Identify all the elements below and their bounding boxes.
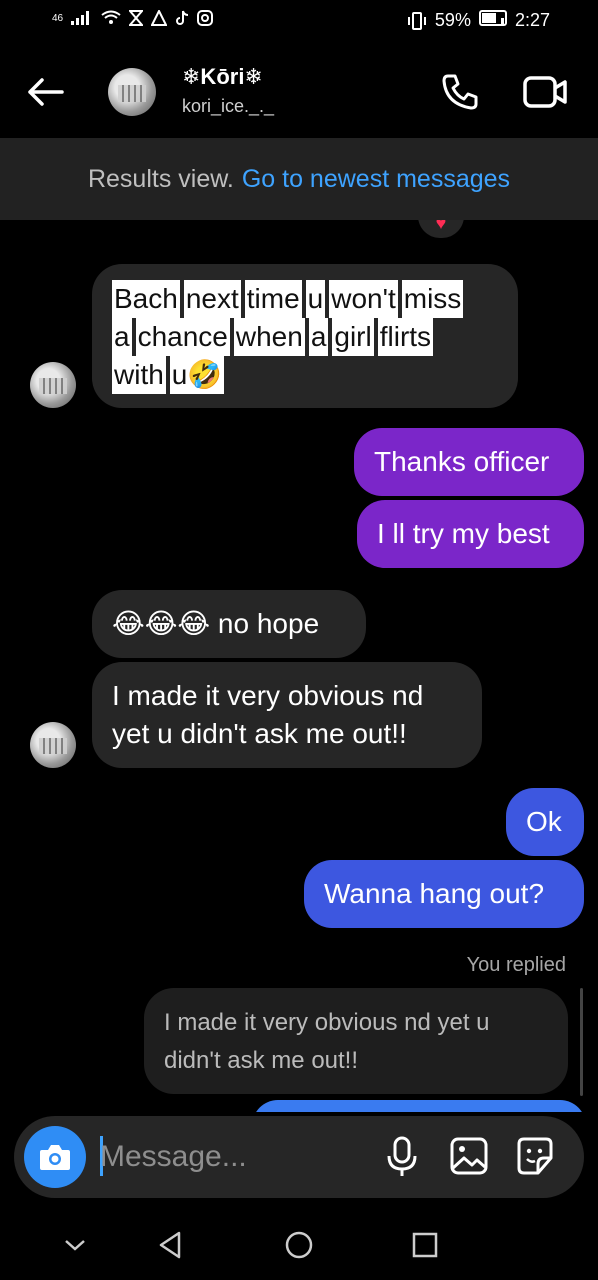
vibrate-icon: [407, 11, 426, 30]
highlighted-word: u🤣: [169, 356, 225, 394]
outgoing-message[interactable]: Thanks officer: [354, 428, 584, 496]
highlighted-word: next: [183, 280, 241, 318]
camera-icon: [40, 1145, 70, 1170]
message-line: a chance when a girl flirts: [112, 318, 498, 356]
outgoing-message[interactable]: I ll try my best: [357, 500, 584, 568]
battery-icon: [478, 10, 507, 31]
battery-percent: 59%: [434, 10, 471, 30]
arrow-left-icon: [28, 78, 64, 106]
contact-name[interactable]: ❄Kōri❄: [182, 64, 263, 90]
highlighted-word: u: [305, 280, 326, 318]
go-to-newest-link[interactable]: Go to newest messages: [242, 165, 510, 194]
signal-icon: 46: [52, 12, 64, 24]
triangle-back-icon: [159, 1231, 181, 1259]
results-view-banner: Results view. Go to newest messages: [0, 138, 598, 220]
gallery-button[interactable]: [450, 1136, 488, 1176]
highlighted-word: won't: [329, 280, 398, 318]
highlighted-word: Bach: [112, 280, 180, 318]
back-button[interactable]: [24, 70, 68, 114]
sender-avatar[interactable]: [30, 722, 76, 768]
incoming-message[interactable]: I made it very obvious nd yet u didn't a…: [92, 662, 482, 768]
camera-button[interactable]: [24, 1126, 86, 1188]
circle-home-icon: [285, 1231, 313, 1259]
contact-username[interactable]: kori_ice._._: [182, 96, 274, 117]
video-call-button[interactable]: [522, 72, 568, 112]
highlighted-word: with: [112, 356, 166, 394]
warning-icon: [151, 10, 168, 26]
wifi-icon: [101, 10, 121, 24]
hide-keyboard-button[interactable]: [58, 1228, 92, 1262]
incoming-message[interactable]: Bach next time u won't miss a chance whe…: [92, 264, 518, 408]
status-icons-right: 59% 2:27: [407, 10, 550, 31]
message-input[interactable]: [100, 1136, 370, 1178]
contact-avatar[interactable]: [108, 68, 156, 116]
highlighted-word: when: [233, 318, 305, 356]
tiktok-icon: [176, 10, 189, 25]
outgoing-message[interactable]: Wanna hang out?: [304, 860, 584, 928]
hourglass-icon: [129, 10, 144, 26]
microphone-icon: [387, 1136, 417, 1176]
scrollbar[interactable]: [580, 988, 583, 1096]
status-bar: 46 59% 2:27: [0, 0, 598, 44]
highlighted-word: girl: [332, 318, 374, 356]
phone-icon: [442, 74, 478, 110]
voice-message-button[interactable]: [384, 1136, 420, 1178]
clock: 2:27: [514, 10, 550, 30]
message-composer: [14, 1116, 584, 1198]
square-recents-icon: [412, 1232, 438, 1258]
highlighted-word: time: [244, 280, 302, 318]
incoming-message[interactable]: 😂😂😂 no hope: [92, 590, 366, 658]
message-thread[interactable]: ♥ Bach next time u won't miss a chance w…: [0, 220, 598, 1112]
highlighted-word: a: [308, 318, 329, 356]
instagram-icon: [197, 10, 214, 26]
sticker-icon: [517, 1137, 553, 1175]
image-icon: [450, 1137, 488, 1175]
you-replied-label: You replied: [466, 954, 566, 976]
results-view-label: Results view.: [87, 164, 234, 193]
quoted-reply[interactable]: I made it very obvious nd yet u didn't a…: [144, 988, 568, 1094]
nav-back-button[interactable]: [154, 1228, 188, 1262]
nav-recents-button[interactable]: [408, 1228, 442, 1262]
outgoing-message[interactable]: [252, 1100, 586, 1112]
video-camera-icon: [523, 76, 567, 108]
chevron-down-icon: [65, 1240, 85, 1251]
signal-bars-icon: [71, 11, 90, 25]
message-line: Bach next time u won't miss: [112, 280, 498, 318]
highlighted-word: a: [112, 318, 132, 356]
highlighted-word: chance: [135, 318, 230, 356]
outgoing-message[interactable]: Ok: [506, 788, 584, 856]
system-nav-bar: [0, 1210, 598, 1280]
sticker-button[interactable]: [516, 1136, 554, 1176]
sender-avatar[interactable]: [30, 362, 76, 408]
heart-reaction-icon[interactable]: ♥: [418, 220, 464, 238]
message-line: with u🤣: [112, 356, 498, 394]
nav-home-button[interactable]: [282, 1228, 316, 1262]
status-icons-left: 46: [52, 10, 214, 26]
chat-header: ❄Kōri❄ kori_ice._._: [0, 44, 598, 138]
voice-call-button[interactable]: [440, 72, 480, 112]
highlighted-word: miss: [401, 280, 464, 318]
highlighted-word: flirts: [377, 318, 434, 356]
